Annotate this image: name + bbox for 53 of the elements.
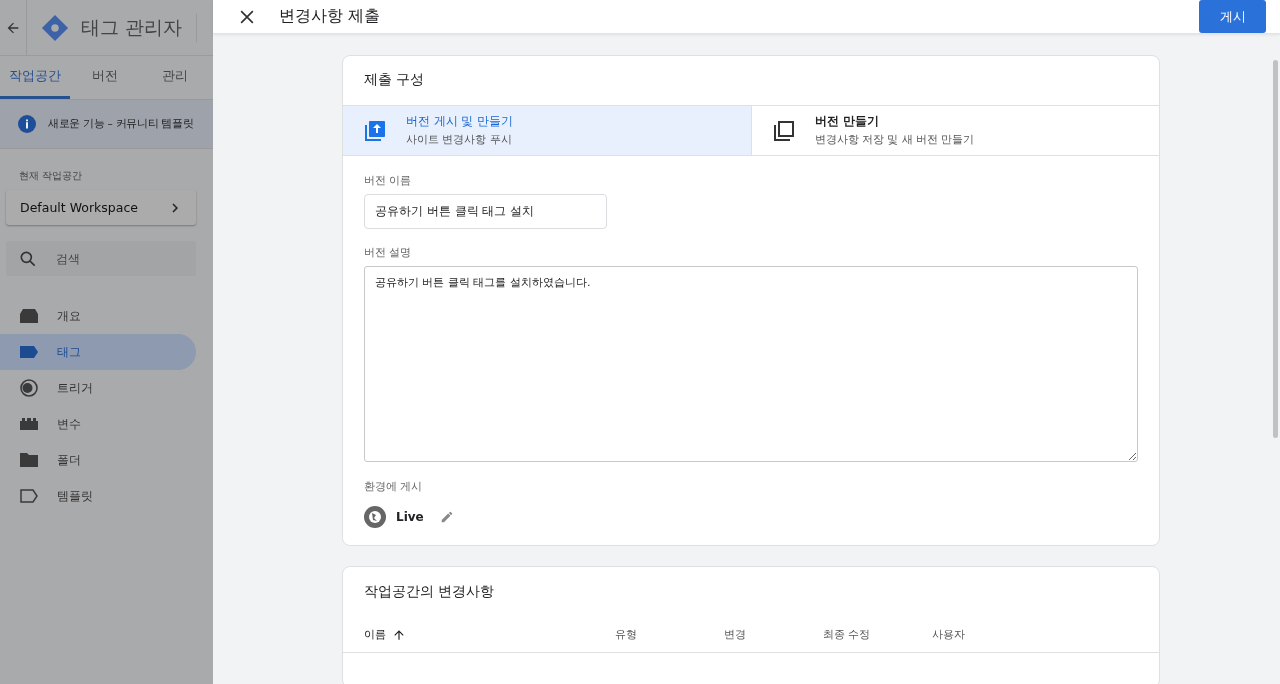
- field-label: 환경에 게시: [364, 480, 424, 494]
- column-header[interactable]: 변경: [724, 627, 746, 642]
- publish-button[interactable]: 게시: [1199, 0, 1266, 33]
- option-title: 버전 게시 및 만들기: [406, 114, 513, 129]
- sidebar-item[interactable]: 템플릿: [0, 478, 196, 514]
- sidebar-item-label: 개요: [57, 307, 81, 325]
- sidebar-item[interactable]: 변수: [0, 406, 196, 442]
- workspace-label: 현재 작업공간: [19, 169, 84, 183]
- field-label: 버전 이름: [364, 174, 413, 188]
- option-title: 버전 만들기: [814, 114, 880, 129]
- globe-icon: [364, 506, 386, 528]
- overlapping-circles-icon: [20, 379, 38, 397]
- app-title: 태그 관리자: [81, 14, 183, 40]
- sidebar-item[interactable]: 폴더: [0, 442, 196, 478]
- folder-icon: [20, 453, 38, 467]
- info-icon: [18, 115, 36, 133]
- upload-stack-icon: [364, 119, 386, 142]
- sidebar-item-label: 트리거: [57, 379, 93, 397]
- sidebar-item-label: 템플릿: [57, 487, 93, 505]
- sidebar-item-label: 변수: [57, 415, 81, 433]
- banner-text: 새로운 기능 – 커뮤니티 템플릿: [48, 117, 194, 131]
- nav-tab[interactable]: 버전: [70, 56, 140, 99]
- pencil-icon[interactable]: [439, 510, 454, 524]
- tray-icon: [20, 309, 38, 323]
- submission-option[interactable]: 버전 만들기 변경사항 저장 및 새 버전 만들기: [751, 106, 1159, 155]
- submission-option[interactable]: 버전 게시 및 만들기 사이트 변경사항 푸시: [343, 106, 752, 155]
- diamond-logo-icon: [41, 13, 69, 42]
- sidebar-item[interactable]: 개요: [0, 298, 196, 334]
- sidebar-item-label: 폴더: [57, 451, 81, 469]
- search-field[interactable]: 검색: [6, 241, 196, 276]
- search-icon: [18, 249, 38, 269]
- environment-name: Live: [396, 510, 424, 524]
- column-header[interactable]: 최종 수정: [823, 627, 871, 642]
- scrollbar[interactable]: [1273, 60, 1278, 438]
- tag-outline-icon: [20, 489, 38, 503]
- dialog-title: 변경사항 제출: [279, 6, 382, 27]
- card-title: 작업공간의 변경사항: [363, 582, 496, 601]
- tag-icon: [20, 346, 38, 358]
- version-name-field[interactable]: 공유하기 버튼 클릭 태그 설치: [364, 194, 607, 229]
- blocks-icon: [20, 418, 38, 430]
- workspace-selector[interactable]: Default Workspace: [6, 190, 196, 225]
- option-subtitle: 사이트 변경사항 푸시: [406, 133, 513, 147]
- field-label: 버전 설명: [364, 246, 413, 260]
- nav-tab[interactable]: 관리: [140, 56, 210, 99]
- card-title: 제출 구성: [363, 70, 426, 89]
- sidebar-item[interactable]: 트리거: [0, 370, 196, 406]
- sidebar-item-label: 태그: [57, 343, 81, 361]
- column-header[interactable]: 유형: [615, 627, 637, 642]
- column-header[interactable]: 사용자: [932, 627, 965, 642]
- version-description-field[interactable]: 공유하기 버튼 클릭 태그를 설치하였습니다.: [364, 266, 1138, 462]
- column-header[interactable]: 이름: [364, 627, 386, 642]
- option-subtitle: 변경사항 저장 및 새 버전 만들기: [814, 133, 975, 147]
- copy-stack-icon: [772, 119, 795, 142]
